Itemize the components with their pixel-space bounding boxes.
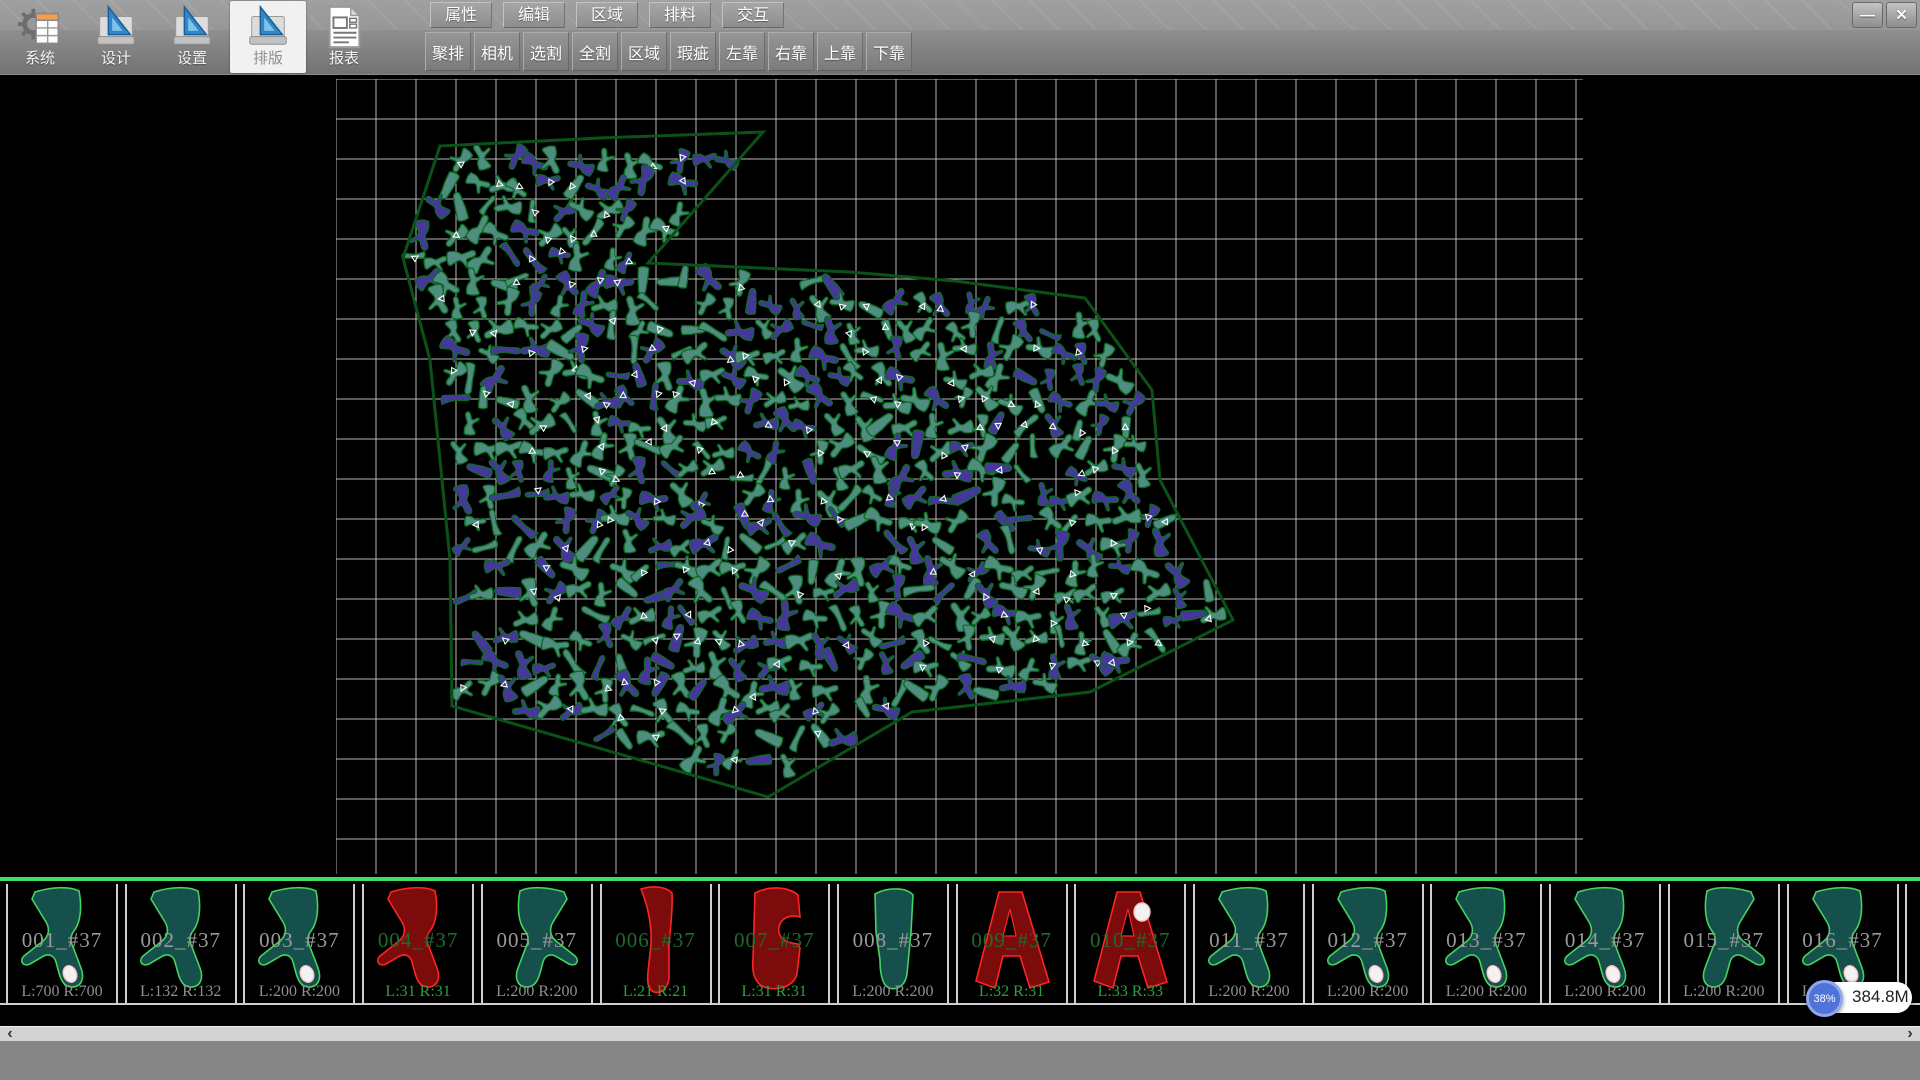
nesting-canvas[interactable] bbox=[336, 79, 1583, 874]
piece-thumbnail-001_#37[interactable]: 001_#37 L:700 R:700 bbox=[6, 884, 118, 1003]
piece-counts-label: L:200 R:200 bbox=[245, 983, 353, 1001]
tool-button-3[interactable]: 全割 bbox=[572, 32, 618, 71]
main-button-label: 设计 bbox=[101, 51, 131, 67]
piece-thumbnail-013_#37[interactable]: 013_#37 L:200 R:200 bbox=[1430, 884, 1542, 1003]
main-button-label: 排版 bbox=[253, 51, 283, 67]
menu-item-3[interactable]: 排料 bbox=[649, 2, 711, 28]
piece-id-label: 005_#37 bbox=[483, 928, 591, 953]
tool-button-1[interactable]: 相机 bbox=[474, 32, 520, 71]
main-button-system-gear[interactable]: 系统 bbox=[2, 1, 78, 73]
main-toolbar: 系统 设计 设置 排版 报表 bbox=[2, 1, 382, 73]
piece-counts-label: L:200 R:200 bbox=[839, 983, 947, 1001]
piece-counts-label: L:200 R:200 bbox=[1195, 983, 1303, 1001]
minimize-button[interactable]: — bbox=[1852, 2, 1883, 28]
menu-item-2[interactable]: 区域 bbox=[576, 2, 638, 28]
piece-id-label: 003_#37 bbox=[245, 928, 353, 953]
utilization-badge: 38% 384.8M bbox=[1806, 980, 1916, 1017]
piece-id-label: 007_#37 bbox=[720, 928, 828, 953]
scroll-right-arrow-icon[interactable]: › bbox=[1902, 1026, 1918, 1041]
piece-thumbnail-006_#37[interactable]: 006_#37 L:21 R:21 bbox=[600, 884, 712, 1003]
memory-value: 384.8M bbox=[1852, 987, 1909, 1007]
piece-counts-label: L:31 R:31 bbox=[364, 983, 472, 1001]
piece-counts-label: L:21 R:21 bbox=[602, 983, 710, 1001]
piece-counts-label: L:200 R:200 bbox=[1314, 983, 1422, 1001]
progress-circle: 38% bbox=[1806, 980, 1843, 1017]
main-button-nesting-ruler[interactable]: 排版 bbox=[230, 1, 306, 73]
piece-id-label: 001_#37 bbox=[8, 928, 116, 953]
piece-counts-label: L:31 R:31 bbox=[720, 983, 828, 1001]
piece-counts-label: L:132 R:132 bbox=[127, 983, 235, 1001]
tool-button-6[interactable]: 左靠 bbox=[719, 32, 765, 71]
main-button-label: 系统 bbox=[25, 51, 55, 67]
piece-thumbnail-011_#37[interactable]: 011_#37 L:200 R:200 bbox=[1193, 884, 1305, 1003]
piece-id-label: 002_#37 bbox=[127, 928, 235, 953]
piece-id-label: 015_#37 bbox=[1670, 928, 1778, 953]
piece-thumbnail-002_#37[interactable]: 002_#37 L:132 R:132 bbox=[125, 884, 237, 1003]
piece-id-label: 011_#37 bbox=[1195, 928, 1303, 953]
piece-counts-label: L:33 R:33 bbox=[1076, 983, 1184, 1001]
tool-button-8[interactable]: 上靠 bbox=[817, 32, 863, 71]
tool-button-7[interactable]: 右靠 bbox=[768, 32, 814, 71]
piece-counts-label: L:700 R:700 bbox=[8, 983, 116, 1001]
piece-thumbnail-010_#37[interactable]: 010_#37 L:33 R:33 bbox=[1074, 884, 1186, 1003]
piece-id-label: 016_#37 bbox=[1789, 928, 1897, 953]
piece-id-label: 010_#37 bbox=[1076, 928, 1184, 953]
main-button-design-ruler[interactable]: 设计 bbox=[78, 1, 154, 73]
piece-id-label: 006_#37 bbox=[602, 928, 710, 953]
piece-thumbnail-007_#37[interactable]: 007_#37 L:31 R:31 bbox=[718, 884, 830, 1003]
system-gear-icon bbox=[17, 4, 63, 50]
piece-thumbnail-005_#37[interactable]: 005_#37 L:200 R:200 bbox=[481, 884, 593, 1003]
main-button-report-doc[interactable]: 报表 bbox=[306, 1, 382, 73]
tool-button-5[interactable]: 瑕疵 bbox=[670, 32, 716, 71]
piece-thumbnail-014_#37[interactable]: 014_#37 L:200 R:200 bbox=[1549, 884, 1661, 1003]
piece-counts-label: L:200 R:200 bbox=[1670, 983, 1778, 1001]
tool-button-0[interactable]: 聚排 bbox=[425, 32, 471, 71]
piece-counts-label: L:32 R:31 bbox=[958, 983, 1066, 1001]
piece-counts-label: L:200 R:200 bbox=[1551, 983, 1659, 1001]
piece-counts-label: L:200 R:200 bbox=[483, 983, 591, 1001]
report-doc-icon bbox=[321, 4, 367, 50]
pieces-thumbnail-strip: 001_#37 L:700 R:700 002_#37 L:132 R:132 003_… bbox=[0, 877, 1920, 1009]
horizontal-scrollbar[interactable]: ‹ › bbox=[0, 1026, 1920, 1041]
piece-thumbnail-008_#37[interactable]: 008_#37 L:200 R:200 bbox=[837, 884, 949, 1003]
close-button[interactable]: ✕ bbox=[1886, 2, 1917, 28]
piece-id-label: 004_#37 bbox=[364, 928, 472, 953]
piece-id-label: 009_#37 bbox=[958, 928, 1066, 953]
menu-item-0[interactable]: 属性 bbox=[430, 2, 492, 28]
piece-id-label: 013_#37 bbox=[1432, 928, 1540, 953]
piece-thumbnail-015_#37[interactable]: 015_#37 L:200 R:200 bbox=[1668, 884, 1780, 1003]
piece-counts-label: L:200 R:200 bbox=[1432, 983, 1540, 1001]
main-button-label: 设置 bbox=[177, 51, 207, 67]
nesting-canvas-svg bbox=[336, 79, 1583, 874]
piece-id-label: 008_#37 bbox=[839, 928, 947, 953]
piece-id-label: 012_#37 bbox=[1314, 928, 1422, 953]
scroll-left-arrow-icon[interactable]: ‹ bbox=[2, 1026, 18, 1041]
tool-button-9[interactable]: 下靠 bbox=[866, 32, 912, 71]
workspace-background bbox=[0, 75, 1920, 877]
nesting-ruler-icon bbox=[245, 4, 291, 50]
piece-thumbnail-009_#37[interactable]: 009_#37 L:32 R:31 bbox=[956, 884, 1068, 1003]
titlebar: 系统设计设置排版报表 属性编辑区域排料交互 聚排相机选割全割区域瑕疵左靠右靠上靠… bbox=[0, 0, 1920, 75]
main-button-settings-ruler[interactable]: 设置 bbox=[154, 1, 230, 73]
menu-item-4[interactable]: 交互 bbox=[722, 2, 784, 28]
menu-bar: 属性编辑区域排料交互 bbox=[430, 2, 784, 28]
design-ruler-icon bbox=[93, 4, 139, 50]
window-controls: — ✕ bbox=[1852, 2, 1917, 28]
piece-thumbnail-004_#37[interactable]: 004_#37 L:31 R:31 bbox=[362, 884, 474, 1003]
tool-button-4[interactable]: 区域 bbox=[621, 32, 667, 71]
tool-button-2[interactable]: 选割 bbox=[523, 32, 569, 71]
main-button-label: 报表 bbox=[329, 51, 359, 67]
status-footer bbox=[0, 1041, 1920, 1080]
nesting-tool-bar: 聚排相机选割全割区域瑕疵左靠右靠上靠下靠 bbox=[425, 32, 912, 71]
piece-thumbnail-003_#37[interactable]: 003_#37 L:200 R:200 bbox=[243, 884, 355, 1003]
settings-ruler-icon bbox=[169, 4, 215, 50]
menu-item-1[interactable]: 编辑 bbox=[503, 2, 565, 28]
piece-thumbnail-012_#37[interactable]: 012_#37 L:200 R:200 bbox=[1312, 884, 1424, 1003]
piece-id-label: 014_#37 bbox=[1551, 928, 1659, 953]
